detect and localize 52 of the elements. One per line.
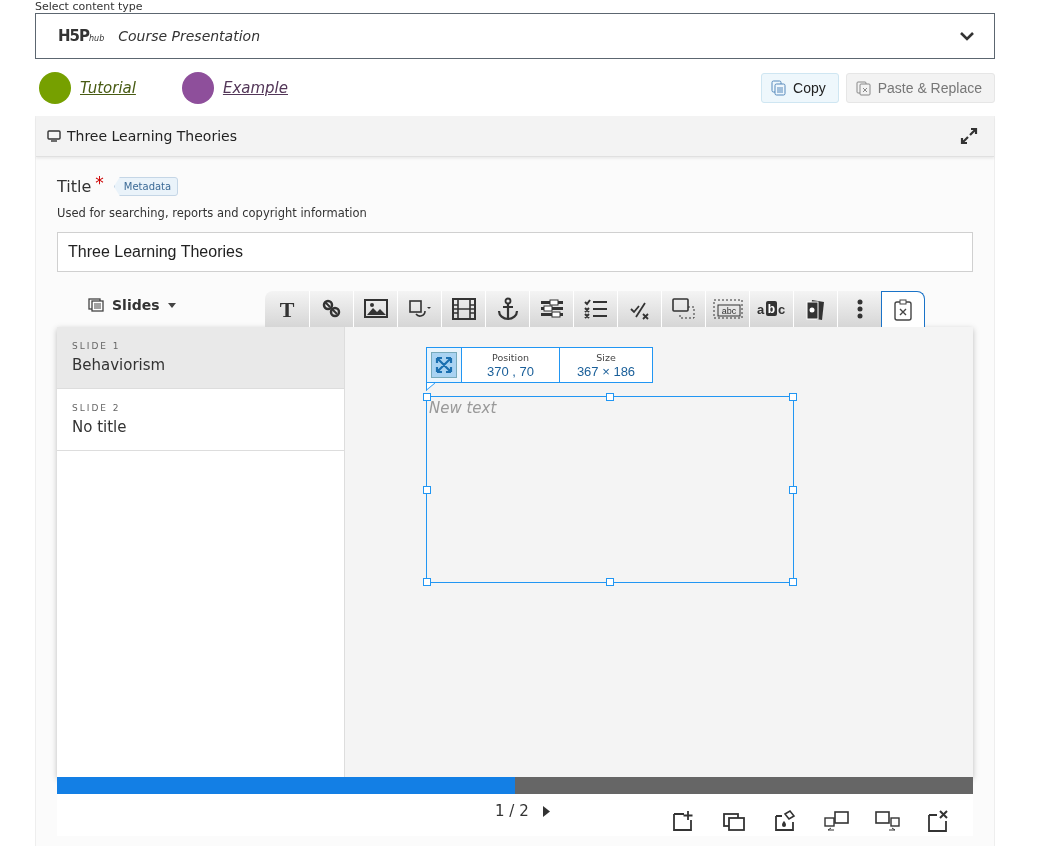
expand-icon[interactable] (960, 127, 978, 145)
clipboard-icon (891, 297, 915, 322)
tool-button[interactable]: T (265, 291, 309, 327)
copy-icon (771, 79, 786, 96)
chevron-down-icon (960, 31, 974, 41)
resize-handle[interactable] (789, 578, 797, 586)
field-description: Used for searching, reports and copyright information (57, 206, 368, 220)
resize-handle[interactable] (423, 578, 431, 586)
anchor-icon (495, 297, 520, 321)
resize-handle[interactable] (606, 393, 614, 401)
hub-logo: H5Phub (58, 27, 105, 45)
resize-handle[interactable] (789, 485, 797, 494)
clipboard-icon (855, 79, 871, 96)
image-icon (363, 297, 388, 321)
sliders-icon (539, 297, 564, 321)
abc-box-icon: abc (712, 297, 743, 321)
resize-handle[interactable] (606, 578, 614, 586)
slides-menu-button[interactable]: Slides (57, 290, 265, 320)
slide-title: Behaviorism (72, 356, 167, 374)
more-icon (856, 297, 863, 321)
overlay-boxes-icon (671, 297, 696, 321)
resize-handle[interactable] (423, 485, 431, 494)
resize-handle[interactable] (423, 393, 431, 401)
link[interactable]: Tutorial (80, 78, 136, 97)
slide-counter: 1 / 2 (495, 802, 529, 820)
resize-handle[interactable] (789, 393, 797, 401)
title-input[interactable]: Three Learning Theories (57, 232, 973, 272)
slides-icon (88, 298, 104, 312)
film-icon (451, 297, 476, 321)
size-value: 367 × 186 (576, 363, 636, 379)
text-icon: T (275, 297, 299, 321)
position-value: 370 , 70 (487, 363, 534, 379)
link[interactable]: Example (222, 78, 288, 97)
move-icon[interactable] (431, 352, 457, 378)
copy-button[interactable]: Copy (761, 72, 839, 103)
monitor-icon (47, 130, 61, 142)
checklist-icon (583, 297, 608, 321)
field-label: Title (57, 177, 92, 196)
size-label: Size (596, 351, 616, 363)
required-mark: * (95, 173, 104, 193)
slide-title: No title (72, 418, 128, 436)
text-placeholder: New text (429, 399, 497, 417)
caret-icon (167, 302, 176, 308)
field-label: Select content type (35, 0, 144, 13)
slide-item[interactable]: SLIDE 1 Behaviorism (57, 327, 344, 389)
slide-number: SLIDE 1 (72, 341, 122, 351)
metadata-button[interactable]: Metadata (113, 177, 179, 196)
slide-number: SLIDE 2 (72, 403, 122, 413)
next-slide-icon[interactable] (542, 805, 550, 817)
panel-title: Three Learning Theories (67, 128, 238, 144)
content-type-dropdown[interactable]: H5Phub Course Presentation (35, 13, 995, 59)
position-label: Position (492, 351, 529, 363)
